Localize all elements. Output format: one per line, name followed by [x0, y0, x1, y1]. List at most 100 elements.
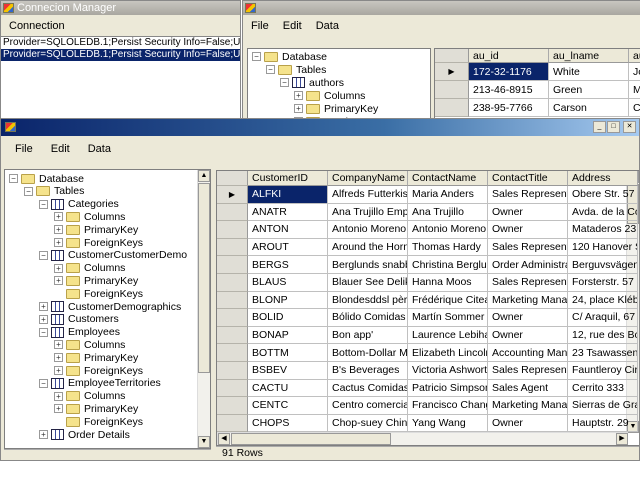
grid-cell[interactable]: Owner — [488, 221, 568, 239]
menu-data[interactable]: Data — [88, 143, 111, 155]
collapse-icon[interactable]: − — [39, 250, 48, 260]
tree-node[interactable]: + Columns — [54, 390, 125, 403]
grid-cell[interactable]: Francisco Chang — [408, 397, 488, 415]
grid-cell[interactable]: Blauer See Delik... — [328, 274, 408, 292]
grid-cell[interactable]: Christina Berglund — [408, 256, 488, 274]
grid-cell[interactable]: Sales Represent... — [488, 274, 568, 292]
grid-cell[interactable]: CHOPS — [248, 414, 328, 433]
schema-tree[interactable]: − Database − Tables − authors + Columns + Primary… — [247, 48, 431, 119]
row-selector[interactable] — [435, 99, 469, 117]
grid-cell[interactable]: Owner — [488, 203, 568, 222]
grid-cell[interactable]: Maria Anders — [408, 186, 488, 204]
grid-cell[interactable]: 120 Hanover Sq. — [568, 238, 638, 257]
grid-cell[interactable]: Marjorie — [629, 81, 640, 99]
customers-grid[interactable]: ▲ ▼ ◀ ▶ CustomerIDCompanyNameContactName… — [216, 170, 639, 446]
tree-node[interactable]: − Categories — [39, 198, 119, 211]
tree-node[interactable]: + Customers — [39, 313, 119, 326]
grid-cell[interactable]: BLONP — [248, 291, 328, 310]
grid-cell[interactable]: CACTU — [248, 379, 328, 398]
grid-cell[interactable]: Chop-suey Chinese — [328, 414, 408, 433]
collapse-icon[interactable]: − — [39, 199, 48, 209]
row-selector[interactable] — [217, 309, 248, 327]
collapse-icon[interactable]: − — [280, 78, 289, 87]
expand-icon[interactable]: + — [54, 212, 63, 222]
grid-cell[interactable]: Centro comercial ... — [328, 397, 408, 415]
column-header-companyname[interactable]: CompanyName — [328, 171, 408, 186]
scroll-left-arrow[interactable]: ◀ — [218, 433, 230, 445]
scroll-thumb[interactable] — [198, 183, 210, 373]
scroll-down-arrow[interactable]: ▼ — [198, 436, 210, 448]
table-row[interactable]: AROUT Around the Horn Thomas Hardy Sales Re… — [217, 238, 638, 257]
schema-tree[interactable]: ▲ ▼ − Database − Tables − Categories + Columns +… — [4, 169, 211, 449]
grid-cell[interactable]: Obere Str. 57 — [568, 186, 638, 204]
row-selector[interactable] — [217, 238, 248, 257]
grid-cell[interactable]: ANATR — [248, 203, 328, 222]
grid-cell[interactable]: Sales Represent... — [488, 238, 568, 257]
grid-cell[interactable]: Yang Wang — [408, 414, 488, 433]
grid-cell[interactable]: Cerrito 333 — [568, 379, 638, 398]
tree-node[interactable]: + PrimaryKey — [54, 223, 138, 236]
scroll-right-arrow[interactable]: ▶ — [616, 433, 628, 445]
tree-node[interactable]: + PrimaryKey — [54, 274, 138, 287]
tree-node[interactable]: + PrimaryKey — [294, 102, 378, 115]
table-row[interactable]: BOLIDBólido Comidas p...Martín SommerOwn… — [217, 309, 638, 327]
grid-cell[interactable]: Sales Represent... — [488, 362, 568, 380]
close-button[interactable]: ✕ — [623, 121, 636, 133]
grid-cell[interactable]: BOTTM — [248, 344, 328, 362]
grid-cell[interactable]: Antonio Moreno ... — [328, 221, 408, 239]
connection-item[interactable]: Provider=SQLOLEDB.1;Persist Security Inf… — [1, 49, 240, 61]
grid-cell[interactable]: Martín Sommer — [408, 309, 488, 327]
row-selector[interactable] — [435, 81, 469, 99]
grid-cell[interactable]: Marketing Manager — [488, 397, 568, 415]
expand-icon[interactable]: + — [39, 430, 48, 439]
tree-node[interactable]: + ForeignKeys — [54, 364, 143, 377]
row-selector[interactable] — [217, 344, 248, 362]
grid-cell[interactable]: ALFKI — [248, 186, 328, 204]
grid-cell[interactable]: 238-95-7766 — [469, 99, 549, 117]
row-selector[interactable] — [217, 414, 248, 433]
row-selector[interactable] — [217, 397, 248, 415]
grid-cell[interactable]: 172-32-1176 — [469, 63, 549, 81]
expand-icon[interactable]: + — [39, 314, 48, 324]
grid-horizontal-scrollbar[interactable]: ◀ ▶ — [217, 432, 628, 445]
tree-node[interactable]: + CustomerDemographics — [39, 300, 181, 313]
table-row[interactable]: BLAUSBlauer See Delik...Hanna MoosSales … — [217, 274, 638, 292]
expand-icon[interactable]: + — [54, 276, 63, 286]
grid-cell[interactable]: Cactus Comidas ... — [328, 379, 408, 398]
collapse-icon[interactable]: − — [24, 186, 33, 196]
tree-node[interactable]: + Columns — [54, 338, 125, 351]
table-row[interactable]: BONAP Bon app' Laurence Lebihan Owner 12, ru… — [217, 326, 638, 345]
table-row[interactable]: ▶ALFKIAlfreds FutterkisteMaria AndersSal… — [217, 186, 638, 204]
table-row[interactable]: 238-95-7766CarsonCheryl — [435, 99, 640, 117]
row-selector[interactable]: ▶ — [217, 186, 248, 204]
grid-cell[interactable]: Hanna Moos — [408, 274, 488, 292]
grid-cell[interactable]: Hauptstr. 29 — [568, 414, 638, 433]
row-selector[interactable] — [217, 379, 248, 398]
grid-cell[interactable]: Thomas Hardy — [408, 238, 488, 257]
menu-data[interactable]: Data — [316, 20, 339, 32]
grid-cell[interactable]: Elizabeth Lincoln — [408, 344, 488, 362]
grid-cell[interactable]: Fauntleroy Circus — [568, 362, 638, 380]
menu-edit[interactable]: Edit — [283, 20, 302, 32]
tree-node[interactable]: − authors — [280, 76, 344, 89]
grid-cell[interactable]: C/ Araquil, 67 — [568, 309, 638, 327]
tree-node[interactable]: − EmployeeTerritories — [39, 377, 161, 390]
tree-node[interactable]: + Order Details — [39, 428, 130, 441]
grid-cell[interactable]: Forsterstr. 57 — [568, 274, 638, 292]
grid-cell[interactable]: 23 Tsawassen Blvd. — [568, 344, 638, 362]
collapse-icon[interactable]: − — [39, 378, 48, 388]
authors-grid[interactable]: au_idau_lnameau_fname▶172-32-1176WhiteJo… — [434, 48, 640, 119]
grid-cell[interactable]: Order Administrator — [488, 256, 568, 274]
tree-node[interactable]: + Columns — [294, 89, 365, 102]
grid-cell[interactable]: Owner — [488, 414, 568, 433]
expand-icon[interactable]: + — [39, 302, 48, 311]
table-row[interactable]: CENTCCentro comercial ...Francisco Chang… — [217, 397, 638, 415]
column-header-address[interactable]: Address — [568, 171, 638, 186]
menu-file[interactable]: File — [251, 20, 269, 32]
grid-cell[interactable]: Sierras de Granada 9993 — [568, 397, 638, 415]
grid-cell[interactable]: Bólido Comidas p... — [328, 309, 408, 327]
grid-cell[interactable]: Cheryl — [629, 99, 640, 117]
tree-vertical-scrollbar[interactable]: ▲ ▼ — [197, 170, 210, 448]
tree-node[interactable]: − Employees — [39, 326, 120, 339]
expand-icon[interactable]: + — [54, 404, 63, 414]
